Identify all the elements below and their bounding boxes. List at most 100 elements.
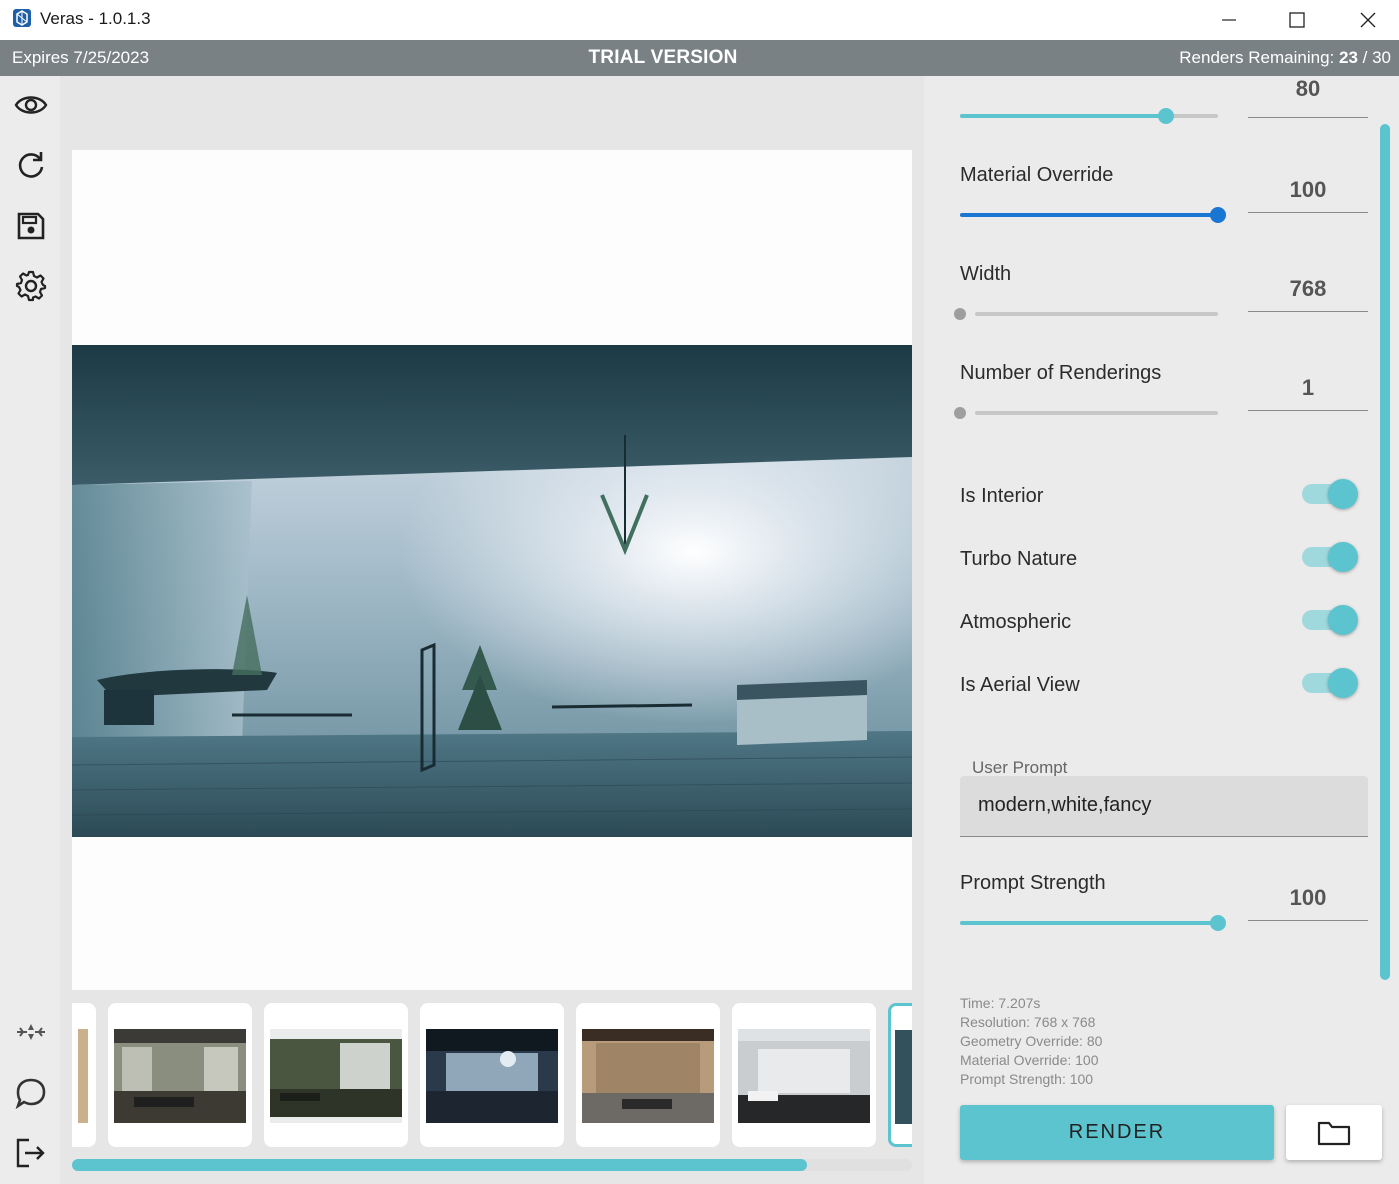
width-label: Width [960, 263, 1012, 285]
refresh-icon [18, 152, 44, 178]
thumbnail-0-image [78, 1029, 88, 1123]
scrollbar-thumb[interactable] [72, 1159, 807, 1171]
render-info: Time: 7.207s Resolution: 768 x 768 Geome… [960, 994, 1102, 1089]
is-aerial-view-label: Is Aerial View [960, 674, 1080, 696]
slider-fill [960, 114, 1167, 118]
is-interior-toggle[interactable] [1302, 478, 1358, 509]
minimize-icon [1222, 19, 1236, 21]
slider-knob[interactable] [1210, 207, 1226, 223]
material-override-value[interactable]: 100 [1248, 173, 1368, 213]
preview-button[interactable] [12, 86, 50, 124]
prompt-strength-slider[interactable] [960, 913, 1226, 933]
material-override-label: Material Override [960, 164, 1114, 186]
save-icon [17, 212, 45, 240]
thumbnail-strip [72, 1002, 912, 1148]
thumbnail-6-image [895, 1030, 912, 1124]
thumbnail-3-image [426, 1029, 558, 1123]
renders-separator: / [1357, 48, 1373, 67]
slider-knob[interactable] [954, 407, 966, 419]
logout-button[interactable] [12, 1134, 50, 1172]
thumbnail-6-selected[interactable] [888, 1003, 912, 1147]
maximize-icon [1289, 12, 1305, 28]
renders-remaining: Renders Remaining: 23 / 30 [1179, 48, 1391, 68]
renders-total: 30 [1372, 48, 1391, 67]
info-resolution: Resolution: 768 x 768 [960, 1014, 1096, 1030]
render-image[interactable] [72, 345, 912, 837]
eye-icon [14, 96, 48, 114]
partial-slider-value[interactable]: 80 [1248, 76, 1368, 118]
is-interior-label: Is Interior [960, 485, 1044, 507]
render-viewer [72, 150, 912, 990]
folder-icon [1317, 1121, 1351, 1145]
trial-version-label: TRIAL VERSION [588, 47, 738, 68]
toggle-knob [1328, 668, 1358, 698]
toggle-knob [1328, 542, 1358, 572]
user-prompt-label: User Prompt [972, 758, 1068, 777]
thumbnail-4-image [582, 1029, 714, 1123]
width-slider[interactable] [954, 304, 1218, 324]
slider-track [975, 411, 1218, 415]
info-material-override: Material Override: 100 [960, 1052, 1099, 1068]
trial-banner: Expires 7/25/2023 TRIAL VERSION Renders … [0, 40, 1399, 76]
app-logo-icon [13, 9, 31, 27]
material-override-slider[interactable] [960, 205, 1226, 225]
close-button[interactable] [1333, 0, 1399, 40]
open-folder-button[interactable] [1286, 1105, 1382, 1160]
center-pane [60, 76, 924, 1184]
turbo-nature-label: Turbo Nature [960, 548, 1078, 570]
slider-knob[interactable] [1158, 108, 1175, 124]
chat-icon [15, 1078, 46, 1109]
toggle-knob [1328, 605, 1358, 635]
user-prompt-input[interactable]: modern,white,fancy [960, 776, 1368, 837]
num-renderings-slider[interactable] [954, 403, 1218, 423]
is-aerial-view-toggle[interactable] [1302, 667, 1358, 698]
slider-fill [960, 921, 1218, 925]
thumbnail-0[interactable] [72, 1003, 96, 1147]
save-button[interactable] [12, 207, 50, 245]
settings-button[interactable] [12, 267, 50, 305]
slider-knob[interactable] [954, 308, 966, 320]
thumbnail-5[interactable] [732, 1003, 876, 1147]
atmospheric-label: Atmospheric [960, 611, 1072, 633]
toggle-knob [1328, 479, 1358, 509]
info-prompt-strength: Prompt Strength: 100 [960, 1071, 1094, 1087]
thumbnail-1[interactable] [108, 1003, 252, 1147]
slider-knob[interactable] [1210, 915, 1226, 931]
feedback-button[interactable] [12, 1074, 50, 1112]
info-geometry-override: Geometry Override: 80 [960, 1033, 1103, 1049]
settings-panel: 80 Material Override 100 Width 768 Numbe… [924, 76, 1399, 1184]
thumbnail-3[interactable] [420, 1003, 564, 1147]
settings-scrollbar[interactable] [1380, 124, 1390, 980]
refresh-button[interactable] [12, 146, 50, 184]
renders-used: 23 [1338, 48, 1358, 67]
turbo-nature-toggle[interactable] [1302, 541, 1358, 572]
atmospheric-toggle[interactable] [1302, 604, 1358, 635]
left-toolbar [0, 76, 60, 1184]
thumbnail-1-image [114, 1029, 246, 1123]
prompt-strength-value[interactable]: 100 [1248, 881, 1368, 921]
logout-icon [16, 1138, 45, 1168]
info-time: Time: 7.207s [960, 995, 1041, 1011]
thumbnail-2[interactable] [264, 1003, 408, 1147]
drone-button[interactable] [12, 1013, 50, 1051]
gear-icon [15, 270, 47, 302]
thumbnail-4[interactable] [576, 1003, 720, 1147]
render-button[interactable]: RENDER [960, 1105, 1274, 1160]
width-value[interactable]: 768 [1248, 272, 1368, 312]
slider-fill [960, 213, 1218, 217]
app-window: Veras - 1.0.1.3 Expires 7/25/2023 TRIAL … [0, 0, 1399, 1184]
slider-track [975, 312, 1218, 316]
thumbnail-5-image [738, 1029, 870, 1123]
minimize-button[interactable] [1194, 0, 1264, 40]
thumbnail-2-image [270, 1029, 402, 1123]
thumbnail-scrollbar[interactable] [72, 1159, 912, 1171]
num-renderings-label: Number of Renderings [960, 362, 1162, 384]
renders-label: Renders Remaining: [1179, 48, 1335, 67]
num-renderings-value[interactable]: 1 [1248, 371, 1368, 411]
close-icon [1360, 12, 1376, 28]
title-bar: Veras - 1.0.1.3 [0, 0, 1399, 40]
maximize-button[interactable] [1262, 0, 1332, 40]
partial-slider[interactable] [960, 106, 1218, 126]
window-title: Veras - 1.0.1.3 [40, 9, 151, 28]
drone-icon [17, 1024, 45, 1040]
